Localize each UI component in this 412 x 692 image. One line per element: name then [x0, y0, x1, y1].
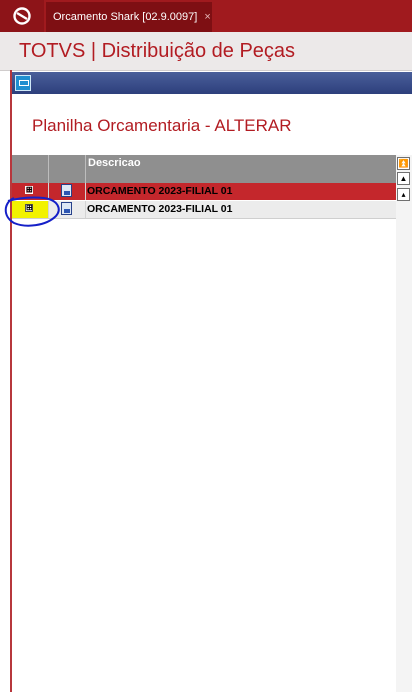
- sheet-title: Planilha Orcamentaria - ALTERAR: [32, 116, 292, 135]
- row-icon-cell: [49, 183, 86, 200]
- column-header-expand[interactable]: [12, 155, 49, 183]
- scroll-up-button[interactable]: ▴: [397, 188, 410, 201]
- app-title-bar: TOTVS | Distribuição de Peças: [0, 32, 412, 71]
- vertical-scrollbar[interactable]: ⏫ ▲ ▴: [396, 155, 412, 692]
- grid-header: Descricao: [12, 155, 396, 183]
- row-descricao: ORCAMENTO 2023-FILIAL 01: [87, 185, 233, 197]
- table-row[interactable]: ⊞ ORCAMENTO 2023-FILIAL 01: [12, 183, 396, 200]
- scroll-top-button[interactable]: ⏫: [397, 157, 410, 170]
- close-icon[interactable]: ×: [204, 11, 210, 23]
- window-icon[interactable]: [15, 75, 31, 91]
- window-header: [12, 72, 412, 94]
- tab-title: Orcamento Shark [02.9.0097]: [53, 11, 198, 23]
- table-row[interactable]: ⊞ ORCAMENTO 2023-FILIAL 01: [12, 201, 396, 219]
- budget-grid: Descricao ⊞ ORCAMENTO 2023-FILIAL 01 ⊞ O…: [12, 155, 397, 692]
- tab-bar: Orcamento Shark [02.9.0097] ×: [0, 0, 412, 32]
- expand-icon[interactable]: ⊞: [25, 186, 33, 194]
- totvs-logo-icon[interactable]: [0, 0, 44, 32]
- expand-icon[interactable]: ⊞: [25, 204, 33, 212]
- expand-cell[interactable]: ⊞: [12, 183, 49, 200]
- document-icon: [61, 184, 72, 197]
- row-descricao: ORCAMENTO 2023-FILIAL 01: [87, 203, 233, 215]
- row-icon-cell: [49, 201, 86, 218]
- expand-cell[interactable]: ⊞: [12, 201, 49, 218]
- app-title: TOTVS | Distribuição de Peças: [19, 40, 296, 62]
- tab-orcamento-shark[interactable]: Orcamento Shark [02.9.0097] ×: [46, 2, 212, 32]
- document-icon: [61, 202, 72, 215]
- column-header-descricao[interactable]: Descricao: [88, 157, 141, 169]
- scroll-page-up-button[interactable]: ▲: [397, 172, 410, 185]
- column-header-icon[interactable]: [49, 155, 86, 183]
